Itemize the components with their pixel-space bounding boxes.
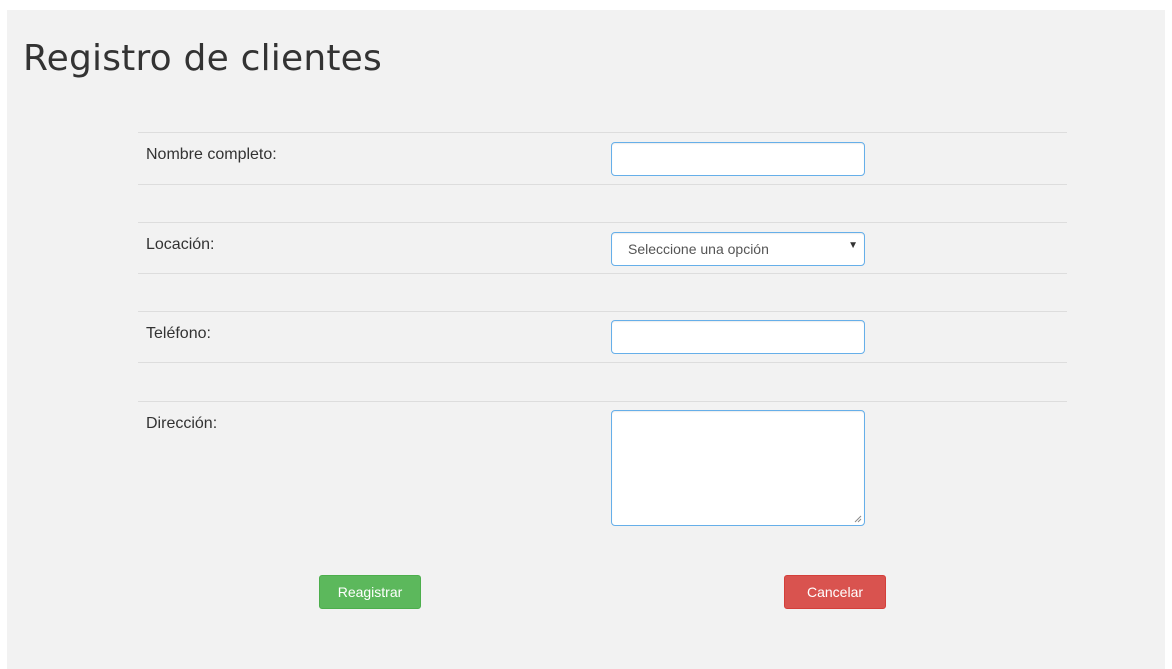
locacion-select-value: Seleccione una opción <box>628 241 769 257</box>
locacion-label: Locación: <box>146 236 215 253</box>
form-row-nombre: Nombre completo: <box>138 132 1067 185</box>
page-title: Registro de clientes <box>23 38 382 79</box>
resize-grip-icon[interactable] <box>854 515 862 523</box>
telefono-label: Teléfono: <box>146 325 211 342</box>
locacion-select[interactable]: Seleccione una opción ▼ <box>611 232 865 266</box>
cancel-button[interactable]: Cancelar <box>784 575 886 609</box>
nombre-label: Nombre completo: <box>146 146 277 163</box>
form-row-direccion: Dirección: <box>138 401 1067 532</box>
register-button[interactable]: Reagistrar <box>319 575 421 609</box>
nombre-input[interactable] <box>611 142 865 176</box>
direccion-label: Dirección: <box>146 415 218 432</box>
form-row-telefono: Teléfono: <box>138 311 1067 363</box>
form-row-locacion: Locación: Seleccione una opción ▼ <box>138 222 1067 274</box>
telefono-input[interactable] <box>611 320 865 354</box>
caret-down-icon: ▼ <box>848 240 858 251</box>
form-panel: Registro de clientes Nombre completo: Lo… <box>7 10 1165 669</box>
direccion-textarea[interactable] <box>611 410 865 526</box>
